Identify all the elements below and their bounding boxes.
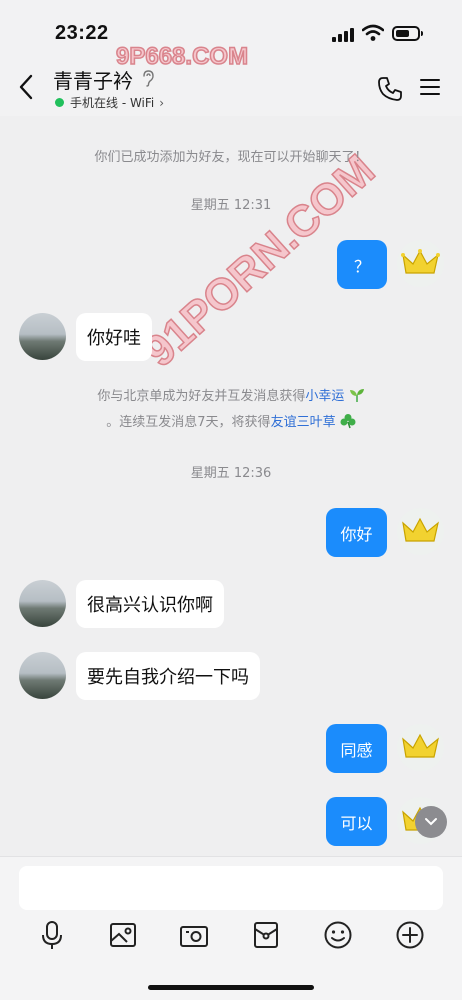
message-bubble-contact[interactable]: 你好哇 [76,313,152,361]
avatar-self[interactable] [397,508,444,555]
wifi-icon [362,24,384,41]
image-icon[interactable] [107,919,139,951]
system-message-reward: 你与北京单成为好友并互发消息获得小幸运 。连续互发消息7天，将获得友谊三叶草 [0,384,462,436]
microphone-icon[interactable] [36,919,68,951]
clover-link[interactable]: 友谊三叶草 [271,415,336,430]
red-envelope-icon[interactable] [250,919,282,951]
contact-name[interactable]: 青青子衿 [53,65,133,94]
message-input[interactable] [19,866,443,910]
menu-icon[interactable] [420,79,440,95]
scroll-to-bottom-button[interactable] [415,806,447,838]
message-bubble-self[interactable]: 同感 [326,724,387,773]
avatar-self[interactable] [397,724,444,771]
reward-link[interactable]: 小幸运 [305,389,344,404]
system-message: 你们已成功添加为好友，现在可以开始聊天了！ [94,150,368,165]
battery-icon [392,26,423,41]
status-bar: 23:22 [0,0,462,62]
clover-icon [340,414,356,429]
online-status-text: 手机在线 - WiFi [70,96,155,110]
chat-area[interactable]: 你们已成功添加为好友，现在可以开始聊天了！ 星期五 12:31 ？ 你好哇 你与… [0,116,462,856]
message-bubble-contact[interactable]: 很高兴认识你啊 [76,580,224,628]
avatar-contact[interactable] [19,313,66,360]
avatar-self[interactable] [397,240,444,287]
timestamp: 星期五 12:36 [190,466,272,481]
input-bar [0,856,462,1000]
timestamp: 星期五 12:31 [190,198,272,213]
avatar-contact[interactable] [19,580,66,627]
message-bubble-self[interactable]: ？ [337,240,387,289]
camera-icon[interactable] [178,919,210,951]
avatar-contact[interactable] [19,652,66,699]
plus-icon[interactable] [394,919,426,951]
home-indicator[interactable] [148,985,314,990]
status-time: 23:22 [55,22,109,44]
sprout-icon [349,389,364,402]
emoji-icon[interactable] [322,919,354,951]
signal-icon [332,28,354,42]
chat-header: 青青子衿 手机在线 - WiFi › [0,62,462,116]
message-bubble-contact[interactable]: 要先自我介绍一下吗 [76,652,260,700]
ear-icon [143,70,154,87]
message-bubble-self[interactable]: 可以 [326,797,387,846]
crown-icon [402,517,439,542]
message-bubble-self[interactable]: 你好 [326,508,387,557]
back-icon[interactable] [14,72,38,102]
chevron-down-icon [425,818,437,826]
online-status[interactable]: 手机在线 - WiFi › [55,94,164,111]
phone-icon[interactable] [377,76,403,102]
crown-icon [402,733,439,758]
chevron-right-icon: › [159,95,165,110]
crown-icon [401,249,440,274]
online-dot [55,98,64,107]
